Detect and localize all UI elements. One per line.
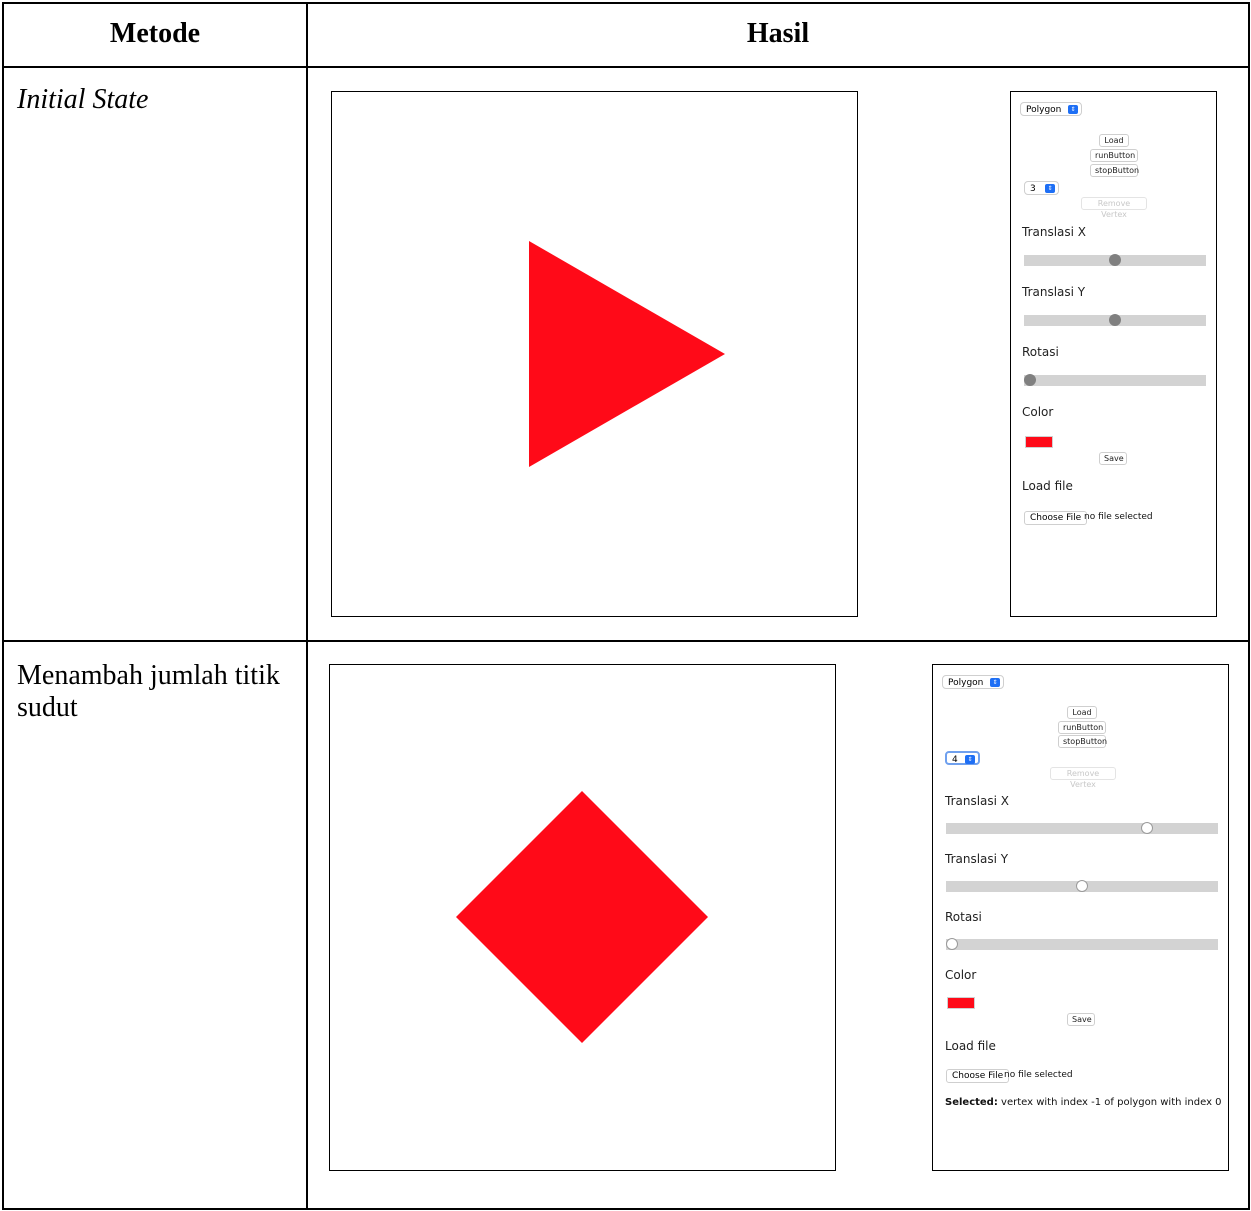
rotasi-label: Rotasi [1022,345,1059,359]
remove-vertex-button[interactable]: Remove Vertex [1081,197,1147,219]
vertex-count-value: 4 [952,755,958,765]
translasi-x-label: Translasi X [1022,225,1087,239]
translasi-x-slider[interactable] [946,822,1218,834]
shape-select[interactable]: Polygon ⇕ [942,675,1004,689]
shape-select[interactable]: Polygon ⇕ [1020,102,1082,116]
slider-thumb[interactable] [1024,374,1036,386]
slider-thumb[interactable] [1109,254,1121,266]
translasi-y-slider[interactable] [946,880,1218,892]
method-initial-state: Initial State [17,84,149,115]
translasi-y-label: Translasi Y [1022,285,1086,299]
slider-thumb[interactable] [946,938,958,950]
table-border-top [2,2,1250,4]
row-divider [2,640,1250,642]
select-arrow-icon: ⇕ [990,678,1000,687]
selected-status: Selected: vertex with index -1 of polygo… [945,1097,1227,1108]
selected-text: vertex with index -1 of polygon with ind… [1001,1097,1222,1108]
translasi-y-label: Translasi Y [945,852,1009,866]
run-button[interactable]: runButton [1058,721,1106,734]
table-border-bottom [2,1208,1250,1210]
select-arrow-icon: ⇕ [965,755,975,764]
rotasi-slider[interactable] [1024,374,1206,386]
shape-select-value: Polygon [948,678,984,688]
control-panel-add-vertex: Polygon ⇕ Load runButton stopButton 4 ⇕ … [932,664,1229,1171]
save-button[interactable]: Save [1099,452,1127,465]
table-border-left [2,2,4,1210]
control-panel-initial: Polygon ⇕ Load runButton stopButton 3 ⇕ … [1010,91,1217,617]
stop-button[interactable]: stopButton [1090,164,1139,177]
header-result: Hasil [746,18,810,49]
stop-button[interactable]: stopButton [1058,735,1107,748]
choose-file-button[interactable]: Choose File [1024,511,1088,525]
triangle-shape [529,241,725,467]
header-divider [2,66,1250,68]
diamond-shape [456,791,708,1043]
save-button[interactable]: Save [1067,1013,1095,1026]
translasi-x-label: Translasi X [945,794,1010,808]
load-button[interactable]: Load [1099,134,1129,147]
method-add-vertex: Menambah jumlah titik sudut [17,660,280,723]
table-border-right [1248,2,1250,1210]
choose-file-button[interactable]: Choose File [946,1069,1010,1083]
rotasi-label: Rotasi [945,910,982,924]
load-button[interactable]: Load [1067,706,1097,719]
color-picker[interactable] [1025,436,1053,448]
vertex-count-value: 3 [1030,184,1036,194]
vertex-count-select[interactable]: 4 ⇕ [945,751,980,765]
slider-thumb[interactable] [1141,822,1153,834]
rotasi-slider[interactable] [946,938,1218,950]
slider-thumb[interactable] [1076,880,1088,892]
color-picker[interactable] [947,997,975,1009]
header-method: Metode [109,18,201,49]
select-arrow-icon: ⇕ [1045,184,1055,193]
canvas-initial [331,91,858,617]
file-status: no file selected [1084,512,1153,522]
vertex-count-select[interactable]: 3 ⇕ [1024,181,1059,195]
load-file-label: Load file [945,1039,996,1053]
document-table: Metode Hasil Initial State Polygon ⇕ Loa… [0,0,1251,1211]
shape-select-value: Polygon [1026,105,1062,115]
select-arrow-icon: ⇕ [1068,105,1078,114]
slider-thumb[interactable] [1109,314,1121,326]
run-button[interactable]: runButton [1090,149,1138,162]
color-label: Color [1022,405,1054,419]
translasi-y-slider[interactable] [1024,314,1206,326]
remove-vertex-button[interactable]: Remove Vertex [1050,767,1116,789]
selected-label: Selected: [945,1097,998,1108]
column-divider [306,2,308,1210]
canvas-diamond [329,664,836,1171]
color-label: Color [945,968,977,982]
load-file-label: Load file [1022,479,1073,493]
translasi-x-slider[interactable] [1024,254,1206,266]
file-status: no file selected [1004,1070,1073,1080]
